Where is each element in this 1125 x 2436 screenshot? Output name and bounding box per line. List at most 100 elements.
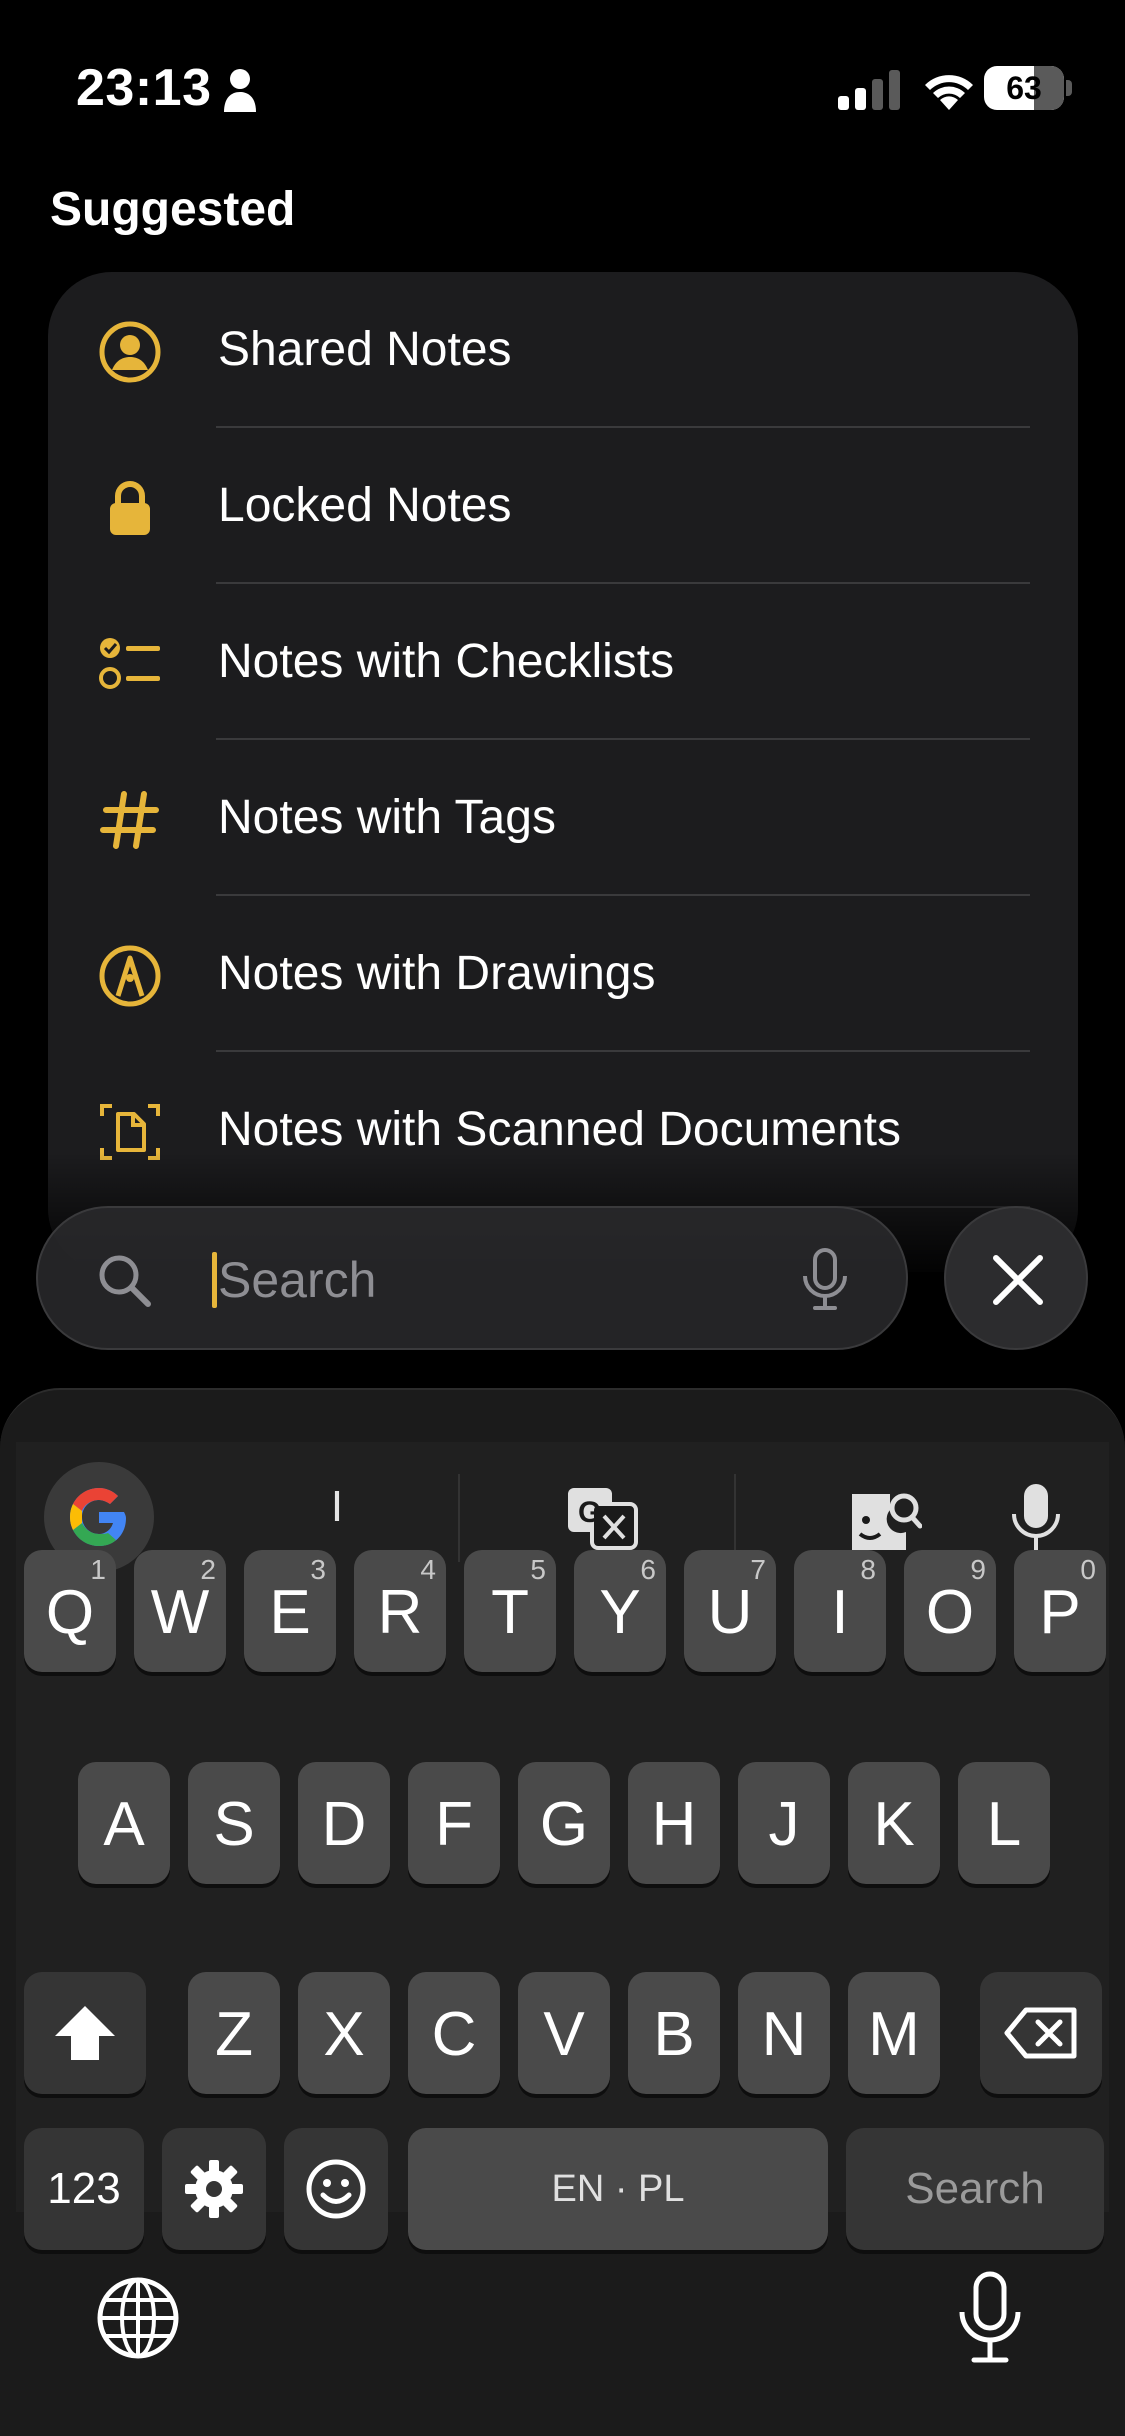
battery-body: 63 (984, 66, 1064, 110)
suggested-item-label: Notes with Tags (218, 791, 556, 844)
search-action-label: Search (905, 2164, 1045, 2213)
status-bar: 23:13 63 (0, 0, 1125, 180)
shift-key[interactable] (24, 1972, 146, 2094)
close-search-button[interactable] (944, 1206, 1088, 1350)
key-i[interactable]: I8 (794, 1550, 886, 1672)
person-circle-icon (99, 321, 161, 383)
backspace-icon (1004, 2007, 1077, 2059)
key-f[interactable]: F (408, 1762, 500, 1884)
suggested-list: Shared Notes Locked Notes Notes with Che… (48, 272, 1078, 1272)
key-q[interactable]: Q1 (24, 1550, 116, 1672)
key-letter: N (761, 2000, 807, 2069)
key-letter: H (651, 1790, 697, 1859)
microphone-icon[interactable] (800, 1248, 850, 1312)
suggestion-word[interactable]: I (302, 1482, 372, 1532)
backspace-key[interactable] (980, 1972, 1102, 2094)
status-time: 23:13 (76, 59, 212, 117)
numbers-key[interactable]: 123 (24, 2128, 144, 2250)
key-number-hint: 8 (860, 1554, 876, 1585)
key-letter: C (431, 2000, 477, 2069)
key-x[interactable]: X (298, 1972, 390, 2094)
suggested-item-label: Notes with Checklists (218, 635, 675, 688)
key-letter: J (768, 1790, 800, 1859)
key-letter: Z (215, 2000, 253, 2069)
suggested-item-label: Shared Notes (218, 323, 512, 376)
key-number-hint: 1 (90, 1554, 106, 1585)
key-number-hint: 9 (970, 1554, 986, 1585)
key-e[interactable]: E3 (244, 1550, 336, 1672)
sticker-search-icon[interactable] (846, 1480, 922, 1556)
suggested-item-label: Notes with Drawings (218, 947, 656, 1000)
shift-icon (55, 2006, 115, 2060)
search-icon (99, 1255, 151, 1307)
key-t[interactable]: T5 (464, 1550, 556, 1672)
key-b[interactable]: B (628, 1972, 720, 2094)
key-r[interactable]: R4 (354, 1550, 446, 1672)
suggested-item-drawings[interactable]: Notes with Drawings (48, 896, 1078, 1052)
space-bar[interactable]: EN · PL (408, 2128, 828, 2250)
key-j[interactable]: J (738, 1762, 830, 1884)
key-letter: F (435, 1790, 473, 1859)
emoji-icon (306, 2159, 366, 2219)
svg-text:G: G (578, 1496, 601, 1529)
keyboard: I G Q1W2E3R4T5Y6U7I8O9P0 ASDFGHJKL Z X C… (0, 1388, 1125, 2436)
keyboard-panel: I G Q1W2E3R4T5Y6U7I8O9P0 ASDFGHJKL Z X C… (16, 1442, 1109, 2250)
key-letter: A (103, 1790, 145, 1859)
key-number-hint: 4 (420, 1554, 436, 1585)
suggested-item-shared-notes[interactable]: Shared Notes (48, 272, 1078, 428)
key-number-hint: 2 (200, 1554, 216, 1585)
wifi-icon (925, 75, 973, 110)
settings-key[interactable] (162, 2128, 266, 2250)
suggested-section-title: Suggested (50, 183, 296, 236)
dictation-microphone-icon[interactable] (954, 2270, 1026, 2366)
key-p[interactable]: P0 (1014, 1550, 1106, 1672)
checklist-icon (99, 638, 160, 689)
voice-input-icon[interactable] (1008, 1480, 1064, 1556)
hashtag-icon (100, 791, 159, 849)
gear-icon (185, 2160, 243, 2218)
key-y[interactable]: Y6 (574, 1550, 666, 1672)
key-number-hint: 0 (1080, 1554, 1096, 1585)
key-o[interactable]: O9 (904, 1550, 996, 1672)
globe-icon[interactable] (96, 2276, 180, 2360)
search-placeholder: Search (218, 1252, 377, 1308)
key-number-hint: 6 (640, 1554, 656, 1585)
divider (734, 1474, 736, 1562)
key-s[interactable]: S (188, 1762, 280, 1884)
key-number-hint: 7 (750, 1554, 766, 1585)
key-u[interactable]: U7 (684, 1550, 776, 1672)
key-letter: M (868, 2000, 920, 2069)
battery-tip (1066, 80, 1072, 96)
battery-indicator: 63 (984, 66, 1072, 110)
key-a[interactable]: A (78, 1762, 170, 1884)
search-action-key[interactable]: Search (846, 2128, 1104, 2250)
key-d[interactable]: D (298, 1762, 390, 1884)
translate-icon[interactable]: G (564, 1480, 640, 1556)
key-w[interactable]: W2 (134, 1550, 226, 1672)
key-letter: X (323, 2000, 365, 2069)
key-v[interactable]: V (518, 1972, 610, 2094)
key-m[interactable]: M (848, 1972, 940, 2094)
search-field[interactable]: Search (36, 1206, 908, 1350)
key-k[interactable]: K (848, 1762, 940, 1884)
cellular-signal-icon (838, 70, 900, 110)
suggested-item-locked-notes[interactable]: Locked Notes (48, 428, 1078, 584)
suggested-item-tags[interactable]: Notes with Tags (48, 740, 1078, 896)
close-icon (993, 1255, 1043, 1305)
key-g[interactable]: G (518, 1762, 610, 1884)
key-letter: D (321, 1790, 367, 1859)
emoji-key[interactable] (284, 2128, 388, 2250)
key-c[interactable]: C (408, 1972, 500, 2094)
key-h[interactable]: H (628, 1762, 720, 1884)
pen-tip-circle-icon (99, 945, 161, 1007)
key-n[interactable]: N (738, 1972, 830, 2094)
key-l[interactable]: L (958, 1762, 1050, 1884)
battery-percentage: 63 (1006, 70, 1042, 106)
google-g-icon (70, 1488, 126, 1546)
key-number-hint: 5 (530, 1554, 546, 1585)
key-z[interactable]: Z (188, 1972, 280, 2094)
key-letter: V (543, 2000, 585, 2069)
suggested-item-checklists[interactable]: Notes with Checklists (48, 584, 1078, 740)
numbers-key-label: 123 (47, 2164, 121, 2213)
suggested-item-label: Locked Notes (218, 479, 512, 532)
